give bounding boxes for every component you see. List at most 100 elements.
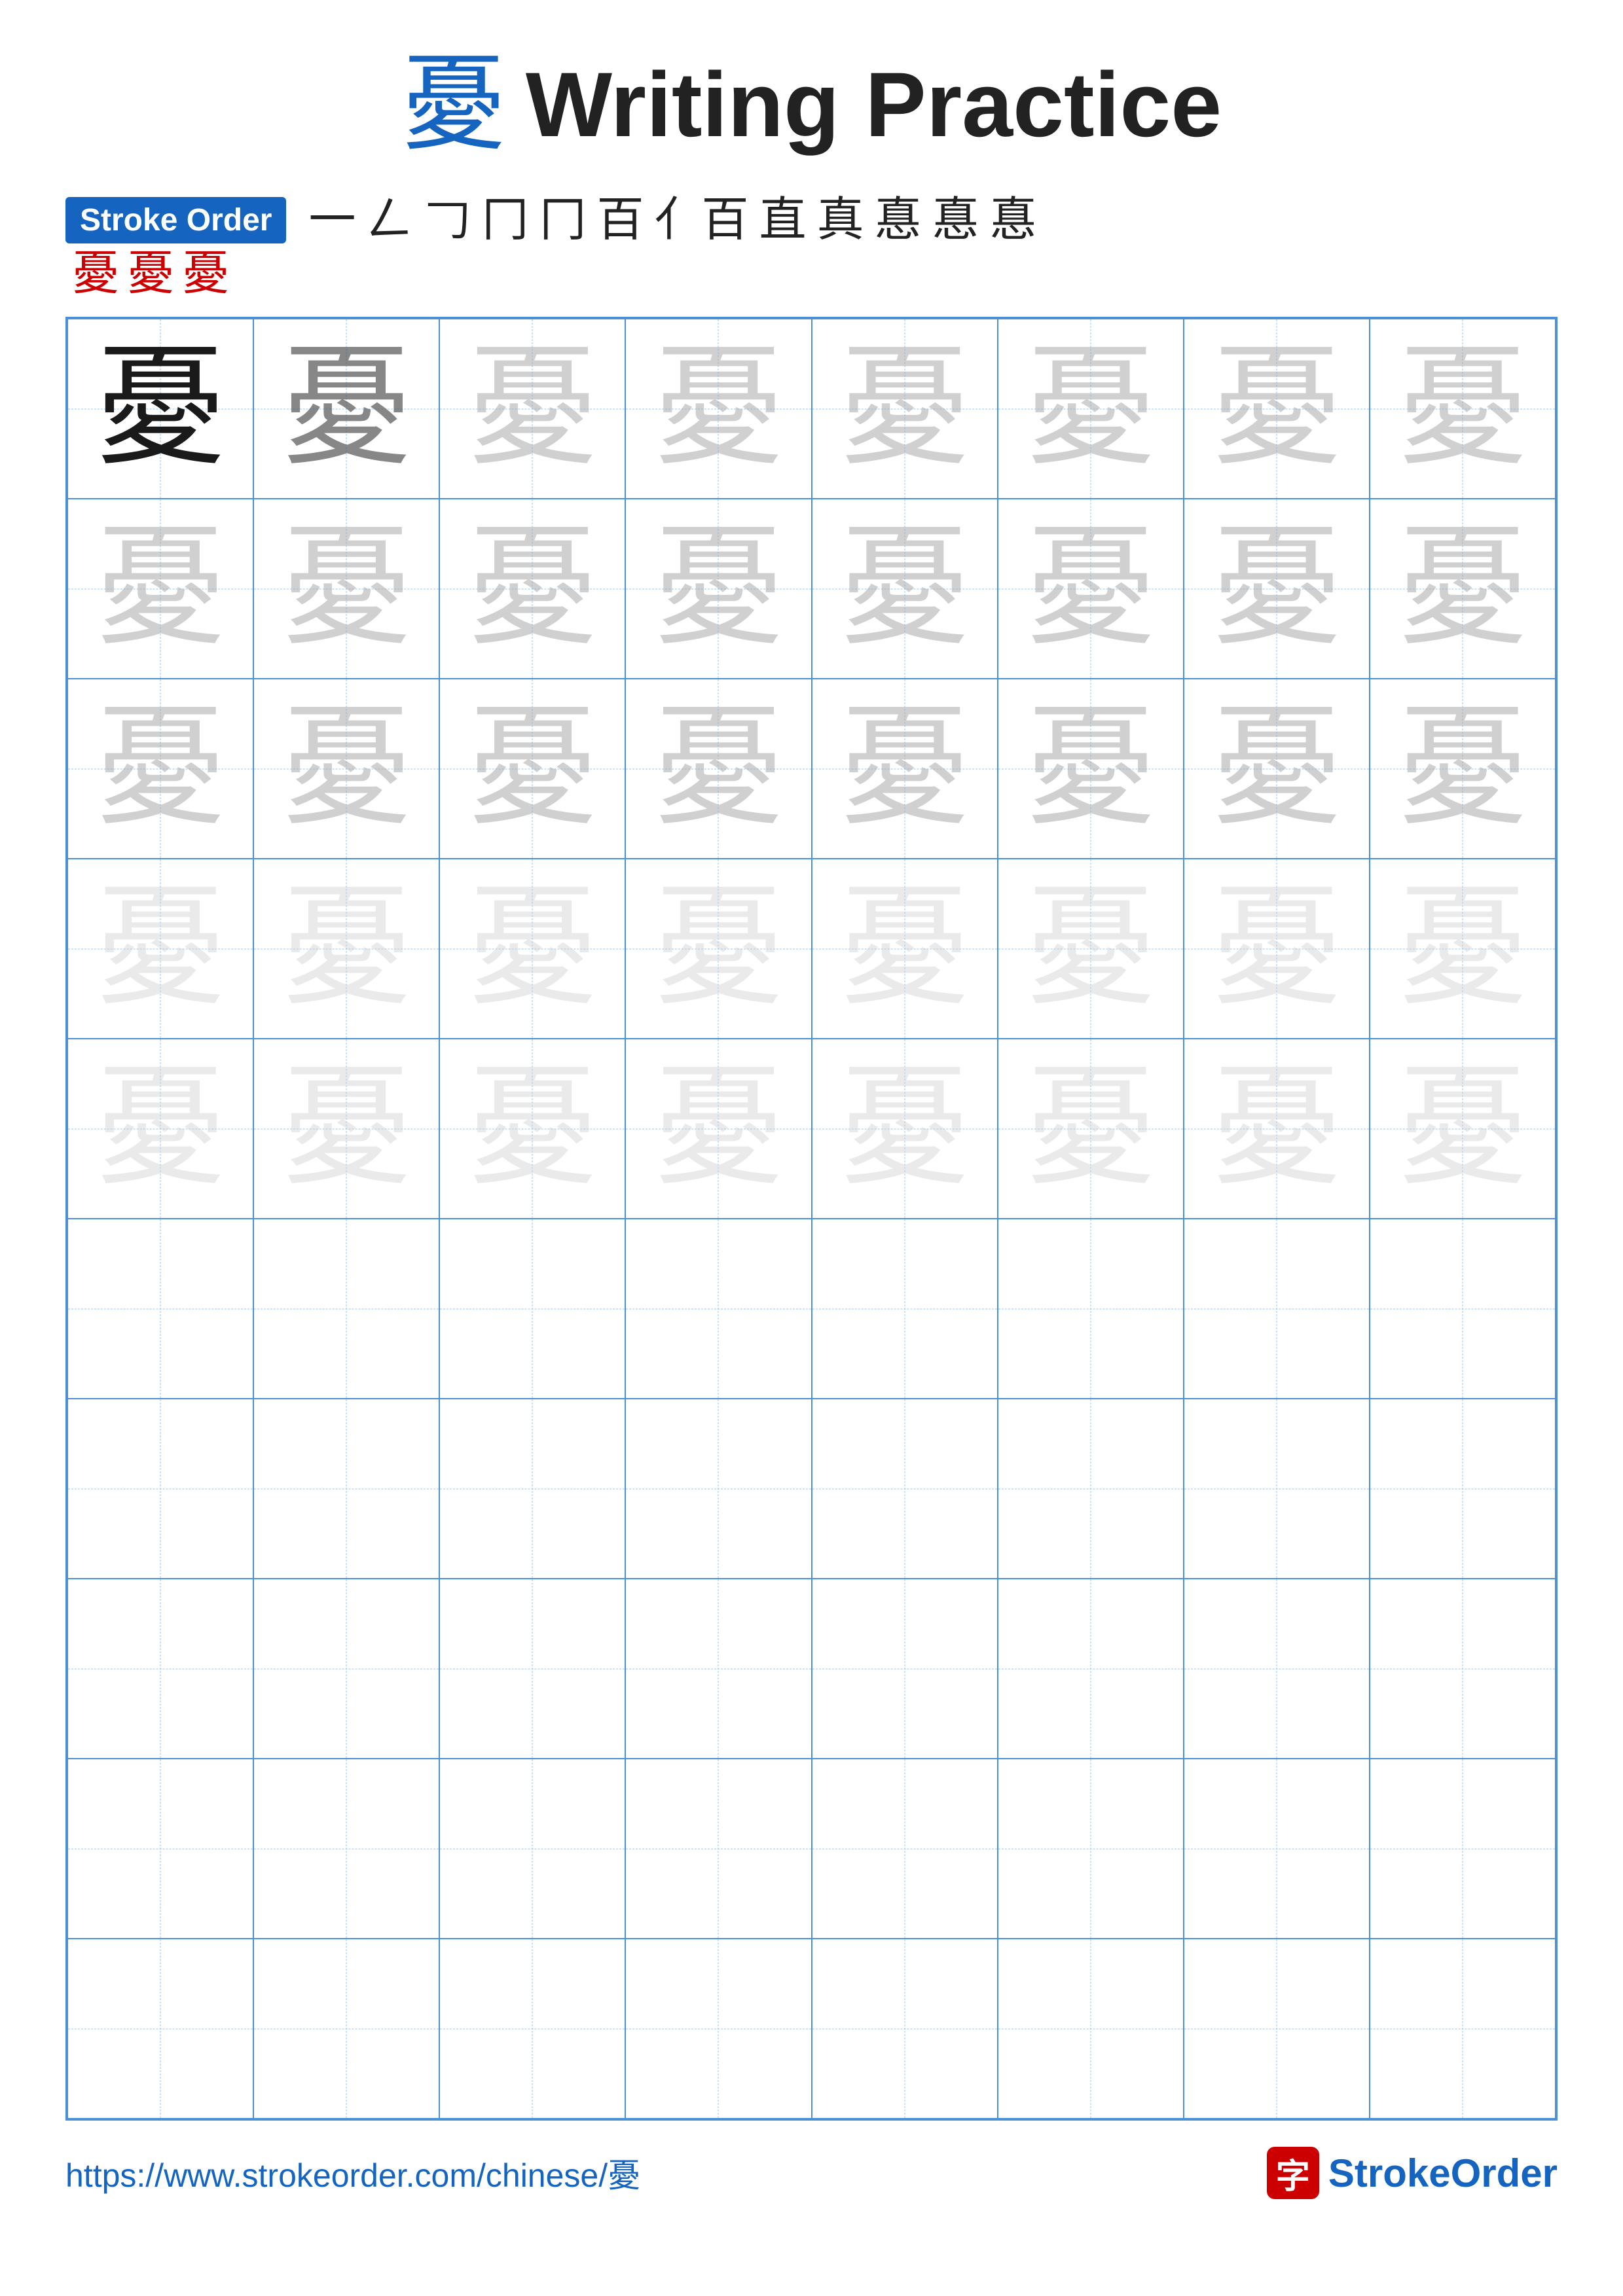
cell-char: 憂: [440, 319, 625, 498]
stroke-1: 一: [304, 196, 359, 243]
table-cell: [812, 1759, 998, 1939]
cell-char: 憂: [1184, 679, 1369, 858]
table-cell: 憂: [439, 859, 625, 1039]
table-cell: [1370, 1399, 1556, 1579]
cell-char: 憂: [1370, 859, 1555, 1038]
table-cell: [67, 1939, 253, 2119]
table-cell: [812, 1939, 998, 2119]
table-cell: 憂: [1184, 1039, 1370, 1219]
table-cell: [625, 1939, 811, 2119]
cell-char: 憂: [254, 1039, 439, 1218]
cell-char: [440, 1579, 625, 1758]
cell-char: 憂: [254, 499, 439, 678]
table-cell: [1370, 1759, 1556, 1939]
footer-url[interactable]: https://www.strokeorder.com/chinese/憂: [65, 2149, 640, 2197]
stroke-order-label: Stroke Order: [65, 197, 286, 243]
table-cell: [1184, 1399, 1370, 1579]
cell-char: 憂: [1184, 859, 1369, 1038]
table-cell: [625, 1219, 811, 1399]
stroke-r1: 憂: [68, 250, 123, 297]
cell-char: 憂: [1184, 499, 1369, 678]
cell-char: 憂: [812, 859, 997, 1038]
cell-char: 憂: [812, 319, 997, 498]
table-cell: 憂: [439, 319, 625, 499]
cell-char: 憂: [68, 679, 253, 858]
title-row: 憂 Writing Practice: [401, 52, 1222, 157]
table-cell: 憂: [1184, 859, 1370, 1039]
cell-char: 憂: [1184, 1039, 1369, 1218]
cell-char: [254, 1939, 439, 2118]
cell-char: [1370, 1219, 1555, 1398]
cell-char: [1184, 1399, 1369, 1578]
cell-char: 憂: [812, 1039, 997, 1218]
stroke-7: 亻百: [651, 196, 753, 243]
cell-char: 憂: [998, 499, 1183, 678]
cell-char: [68, 1759, 253, 1938]
cell-char: 憂: [68, 1039, 253, 1218]
stroke-6: 百: [593, 196, 648, 243]
practice-grid: 憂憂憂憂憂憂憂憂憂憂憂憂憂憂憂憂憂憂憂憂憂憂憂憂憂憂憂憂憂憂憂憂憂憂憂憂憂憂憂憂: [67, 318, 1556, 2119]
table-cell: 憂: [253, 859, 439, 1039]
cell-char: [440, 1399, 625, 1578]
table-cell: 憂: [253, 319, 439, 499]
table-cell: 憂: [253, 499, 439, 679]
table-cell: [812, 1399, 998, 1579]
table-cell: [439, 1939, 625, 2119]
cell-char: 憂: [440, 1039, 625, 1218]
table-row: 憂憂憂憂憂憂憂憂: [67, 859, 1556, 1039]
table-row: [67, 1579, 1556, 1759]
cell-char: [68, 1399, 253, 1578]
cell-char: 憂: [254, 679, 439, 858]
table-cell: [625, 1579, 811, 1759]
table-cell: 憂: [67, 859, 253, 1039]
table-cell: 憂: [439, 499, 625, 679]
cell-char: [440, 1939, 625, 2118]
table-cell: [998, 1399, 1184, 1579]
cell-char: [1370, 1759, 1555, 1938]
cell-char: [812, 1759, 997, 1938]
stroke-4: 冂: [477, 196, 532, 243]
cell-char: 憂: [254, 319, 439, 498]
stroke-r3: 憂: [178, 250, 233, 297]
table-cell: [439, 1759, 625, 1939]
cell-char: 憂: [626, 1039, 811, 1218]
table-cell: 憂: [812, 859, 998, 1039]
table-cell: 憂: [253, 679, 439, 859]
cell-char: [998, 1399, 1183, 1578]
cell-char: 憂: [1370, 679, 1555, 858]
table-cell: [1370, 1939, 1556, 2119]
table-cell: [253, 1399, 439, 1579]
cell-char: [1184, 1759, 1369, 1938]
table-cell: [67, 1759, 253, 1939]
cell-char: [68, 1939, 253, 2118]
table-cell: [1184, 1579, 1370, 1759]
table-row: [67, 1759, 1556, 1939]
table-cell: 憂: [998, 319, 1184, 499]
cell-char: [998, 1759, 1183, 1938]
table-row: [67, 1219, 1556, 1399]
table-cell: [1370, 1579, 1556, 1759]
stroke-9: 真: [813, 196, 868, 243]
cell-char: [254, 1219, 439, 1398]
cell-char: [1184, 1939, 1369, 2118]
cell-char: 憂: [1184, 319, 1369, 498]
stroke-3: 𠃌: [420, 196, 475, 243]
cell-char: 憂: [626, 859, 811, 1038]
cell-char: [68, 1579, 253, 1758]
table-cell: 憂: [67, 499, 253, 679]
table-row: 憂憂憂憂憂憂憂憂: [67, 319, 1556, 499]
footer-logo-icon: 字: [1267, 2147, 1319, 2199]
cell-char: [1184, 1219, 1369, 1398]
stroke-2: 𠃋: [362, 196, 417, 243]
cell-char: [1370, 1579, 1555, 1758]
cell-char: 憂: [1370, 499, 1555, 678]
table-row: [67, 1939, 1556, 2119]
table-cell: 憂: [439, 1039, 625, 1219]
table-cell: [253, 1219, 439, 1399]
table-cell: 憂: [1370, 859, 1556, 1039]
cell-char: 憂: [1370, 319, 1555, 498]
stroke-chars-row1: 一 𠃋 𠃌 冂 冂 百 亻百 直 真 惪 惪 惪: [304, 196, 1040, 243]
page: 憂 Writing Practice Stroke Order 一 𠃋 𠃌 冂 …: [0, 0, 1623, 2296]
table-row: [67, 1399, 1556, 1579]
table-cell: 憂: [625, 1039, 811, 1219]
